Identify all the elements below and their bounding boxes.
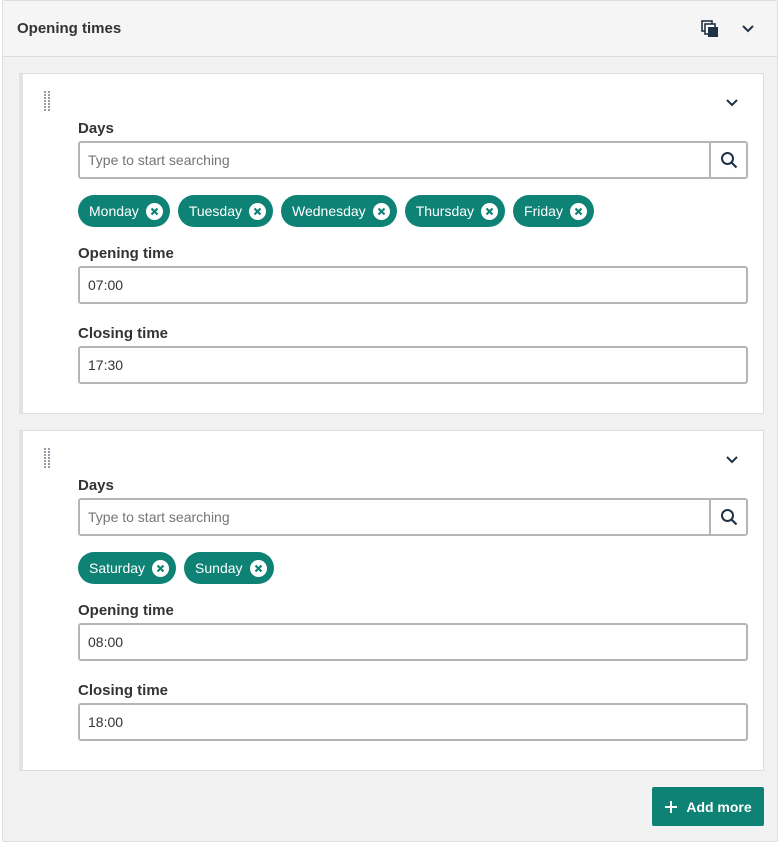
day-chip-label: Saturday <box>89 560 146 576</box>
add-more-button[interactable]: Add more <box>652 787 764 826</box>
days-search <box>78 141 748 179</box>
panel-header: Opening times <box>3 1 777 57</box>
remove-circle-icon[interactable] <box>249 202 266 220</box>
day-chip-label: Sunday <box>195 560 243 576</box>
copy-stack-icon[interactable] <box>699 18 721 40</box>
day-chip: Saturday <box>78 552 177 584</box>
selected-days: Saturday Sunday <box>78 552 274 584</box>
day-chip: Monday <box>78 195 170 227</box>
search-icon[interactable] <box>709 143 746 177</box>
days-search <box>78 498 748 536</box>
day-chip-label: Wednesday <box>292 203 366 219</box>
selected-days: Monday Tuesday Wednesday Thursday Friday <box>78 195 594 227</box>
panel-title: Opening times <box>17 20 122 37</box>
day-chip: Tuesday <box>177 195 273 227</box>
remove-circle-icon[interactable] <box>372 202 390 220</box>
day-chip: Thursday <box>404 195 506 227</box>
closing-time-input[interactable] <box>78 703 748 741</box>
days-search-input[interactable] <box>80 500 710 534</box>
drag-handle-icon[interactable] <box>43 90 51 114</box>
closing-time-label: Closing time <box>78 682 169 699</box>
drag-handle-icon[interactable] <box>43 447 51 471</box>
search-icon[interactable] <box>709 500 746 534</box>
days-label: Days <box>78 477 114 494</box>
opening-time-label: Opening time <box>78 602 174 619</box>
day-chip: Sunday <box>184 552 274 584</box>
day-chip-label: Friday <box>524 203 563 219</box>
opening-time-input[interactable] <box>78 623 748 661</box>
days-label: Days <box>78 120 114 137</box>
chevron-down-icon[interactable] <box>721 449 743 471</box>
closing-time-input[interactable] <box>78 346 748 384</box>
chevron-down-icon[interactable] <box>721 92 743 114</box>
day-chip-label: Thursday <box>415 203 475 219</box>
day-chip-label: Monday <box>89 203 139 219</box>
closing-time-label: Closing time <box>78 325 169 342</box>
days-search-input[interactable] <box>80 143 710 177</box>
chevron-down-icon[interactable] <box>737 18 759 40</box>
day-chip: Friday <box>513 195 594 227</box>
remove-circle-icon[interactable] <box>145 202 163 220</box>
plus-icon <box>664 800 678 814</box>
opening-time-entry: Days Saturday Sunday <box>19 430 764 771</box>
opening-time-input[interactable] <box>78 266 748 304</box>
opening-times-panel: Opening times Days Type to start searchi… <box>2 0 778 842</box>
day-chip: Wednesday <box>281 195 397 227</box>
remove-circle-icon[interactable] <box>569 202 587 220</box>
remove-circle-icon[interactable] <box>249 559 267 577</box>
opening-time-entry: Days Monday Tuesday <box>19 73 764 414</box>
opening-time-label: Opening time <box>78 245 174 262</box>
day-chip-label: Tuesday <box>188 203 242 219</box>
remove-circle-icon[interactable] <box>481 202 499 220</box>
remove-circle-icon[interactable] <box>152 559 170 577</box>
add-more-label: Add more <box>686 798 752 815</box>
